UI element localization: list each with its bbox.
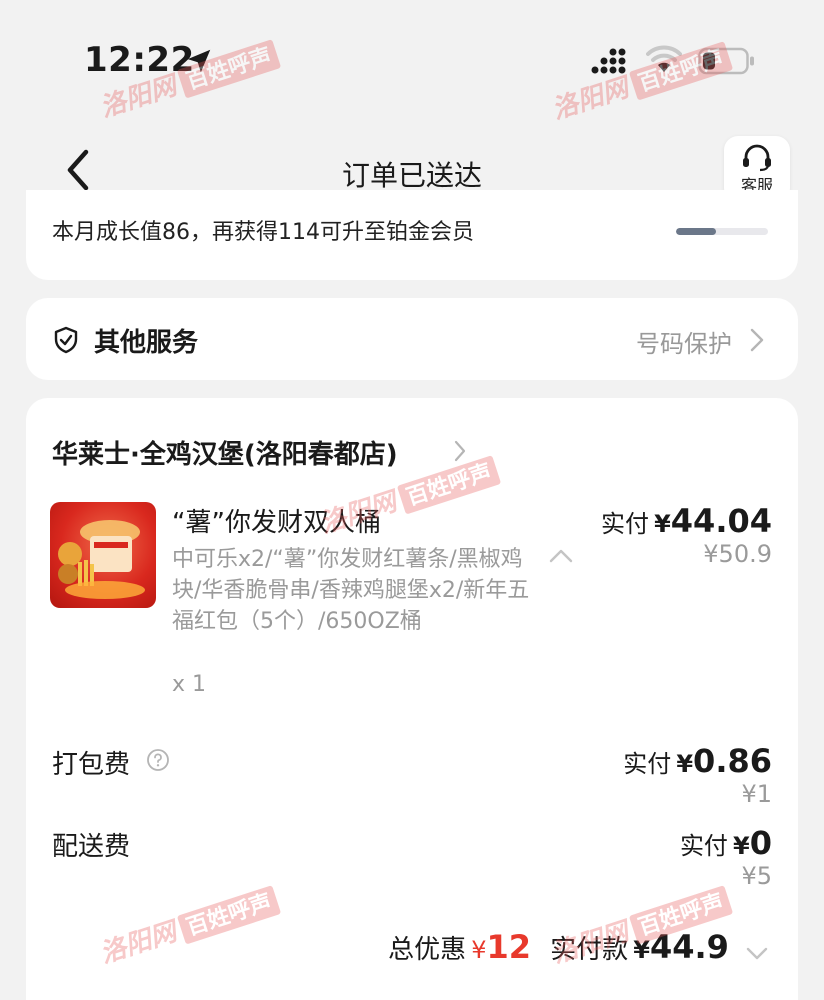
paid-label: 实付 <box>600 510 649 538</box>
battery-icon <box>698 47 754 75</box>
chevron-down-icon <box>746 947 768 959</box>
chevron-right-icon <box>454 440 466 462</box>
paid-currency: ¥ <box>676 750 694 778</box>
product-name: “薯”你发财双人桶 <box>172 508 381 538</box>
other-services-row[interactable]: 其他服务 号码保护 <box>26 298 798 380</box>
discount-amount: 12 <box>486 928 532 966</box>
growth-progress-bar <box>676 228 768 235</box>
cellular-signal-icon <box>591 48 626 74</box>
store-name-link[interactable]: 华莱士·全鸡汉堡(洛阳春都店) <box>52 434 398 471</box>
paid-currency: ¥ <box>733 832 750 860</box>
chevron-right-icon <box>750 328 764 352</box>
headset-icon <box>743 144 771 172</box>
status-time: 12:22 <box>84 40 195 80</box>
question-circle-icon[interactable] <box>146 748 170 772</box>
membership-growth-card: 本月成长值86，再获得114可升至铂金会员 <box>26 190 798 280</box>
number-protection-label: 号码保护 <box>636 330 732 358</box>
paid-label: 实付 <box>623 750 672 778</box>
product-description: 中可乐x2/“薯”你发财红薯条/黑椒鸡块/华香脆骨串/香辣鸡腿堡x2/新年五福红… <box>172 547 530 634</box>
paid-currency: ¥ <box>654 510 671 538</box>
shield-check-icon <box>54 326 78 354</box>
status-bar: 12:22 <box>0 0 824 120</box>
services-title: 其他服务 <box>94 328 199 358</box>
location-arrow-icon <box>187 49 211 73</box>
page-title: 订单已送达 <box>341 159 482 192</box>
packing-fee-label: 打包费 <box>52 750 131 780</box>
paid-amount: 0.86 <box>693 742 772 780</box>
delivery-fee-price: 实付 ¥0 <box>680 824 772 862</box>
total-currency: ¥ <box>633 936 650 964</box>
paid-label: 实付 <box>679 832 728 860</box>
packing-fee-price: 实付 ¥0.86 <box>623 742 772 780</box>
order-summary[interactable]: 总优惠 ¥12 实付款 ¥44.9 <box>388 928 768 966</box>
paid-amount: 0 <box>749 824 772 862</box>
chevron-up-icon[interactable] <box>548 548 574 564</box>
product-image <box>50 502 156 608</box>
discount-currency: ¥ <box>471 936 487 964</box>
discount-label: 总优惠 <box>388 935 467 965</box>
product-quantity: x 1 <box>172 672 207 697</box>
product-price: 实付 ¥44.04 <box>601 502 772 540</box>
order-details-card: 华莱士·全鸡汉堡(洛阳春都店) “薯”你发财双人桶 中可乐x2/“薯”你发财红薯… <box>26 398 798 1000</box>
total-amount: 44.9 <box>649 928 729 966</box>
wifi-icon <box>646 45 682 72</box>
packing-fee-original-price: ¥1 <box>741 780 772 808</box>
paid-amount: 44.04 <box>670 502 772 540</box>
total-label: 实付款 <box>550 935 629 965</box>
delivery-fee-original-price: ¥5 <box>741 862 772 890</box>
growth-text: 本月成长值86，再获得114可升至铂金会员 <box>52 220 474 245</box>
product-original-price: ¥50.9 <box>703 540 772 568</box>
growth-progress-fill <box>676 228 716 235</box>
delivery-fee-label: 配送费 <box>52 832 131 862</box>
